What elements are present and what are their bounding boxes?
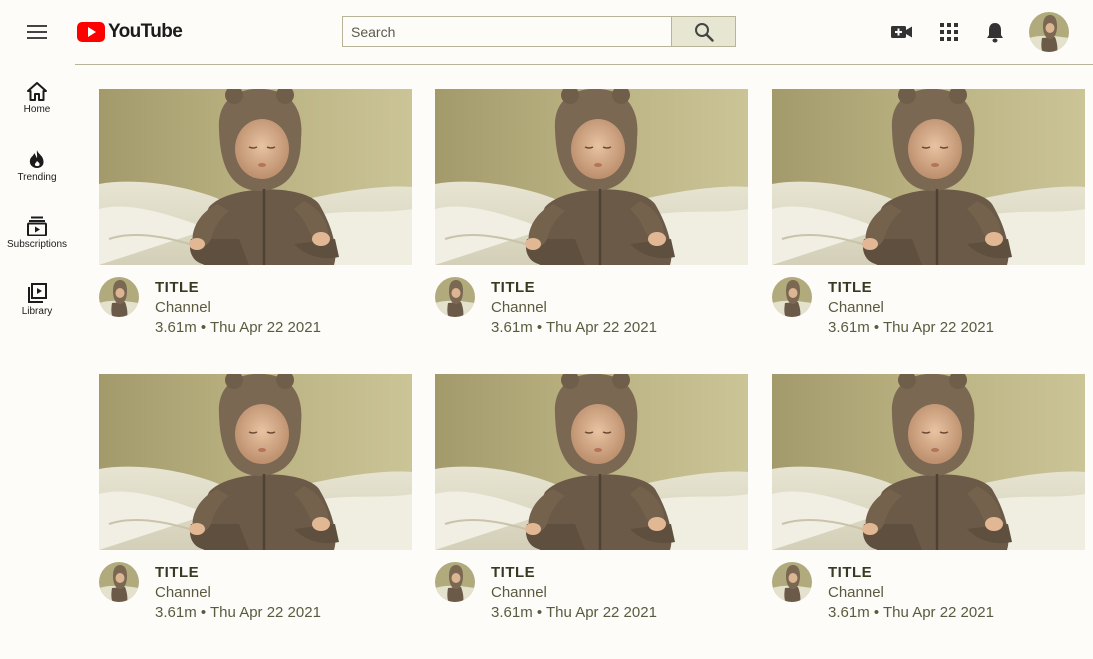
channel-name[interactable]: Channel xyxy=(155,584,211,601)
video-title[interactable]: TITLE xyxy=(828,564,872,581)
channel-avatar[interactable] xyxy=(99,277,139,317)
video-thumbnail[interactable] xyxy=(772,374,1085,550)
library-icon xyxy=(28,283,47,303)
search-icon xyxy=(694,22,714,42)
sidebar-item-subscriptions[interactable]: Subscriptions xyxy=(0,216,74,268)
video-meta: 3.61m • Thu Apr 22 2021 xyxy=(491,604,657,621)
channel-avatar[interactable] xyxy=(772,277,812,317)
user-avatar[interactable] xyxy=(1029,12,1069,52)
channel-avatar[interactable] xyxy=(772,562,812,602)
header-divider xyxy=(75,64,1093,65)
video-card: TITLE Channel 3.61m • Thu Apr 22 2021 xyxy=(435,374,748,624)
sidebar-item-library[interactable]: Library xyxy=(0,283,74,335)
create-video-icon xyxy=(891,26,912,38)
channel-name[interactable]: Channel xyxy=(491,299,547,316)
channel-name[interactable]: Channel xyxy=(828,299,884,316)
video-card: TITLE Channel 3.61m • Thu Apr 22 2021 xyxy=(435,89,748,339)
video-meta: 3.61m • Thu Apr 22 2021 xyxy=(828,319,994,336)
home-icon xyxy=(27,82,47,101)
video-thumbnail[interactable] xyxy=(99,374,412,550)
video-title[interactable]: TITLE xyxy=(155,279,199,296)
sidebar-item-label: Home xyxy=(23,104,51,115)
search-input[interactable] xyxy=(342,16,672,47)
sidebar-item-label: Library xyxy=(21,306,53,317)
subscriptions-icon xyxy=(27,216,47,236)
youtube-logo-icon xyxy=(77,22,105,42)
hamburger-menu-button[interactable] xyxy=(22,18,52,46)
sidebar-item-trending[interactable]: Trending xyxy=(0,149,74,201)
channel-name[interactable]: Channel xyxy=(155,299,211,316)
video-thumbnail[interactable] xyxy=(99,89,412,265)
create-video-button[interactable] xyxy=(890,20,914,44)
channel-avatar[interactable] xyxy=(99,562,139,602)
video-meta: 3.61m • Thu Apr 22 2021 xyxy=(155,319,321,336)
search-button[interactable] xyxy=(671,16,736,47)
youtube-logo[interactable]: YouTube xyxy=(77,20,183,44)
video-meta: 3.61m • Thu Apr 22 2021 xyxy=(155,604,321,621)
top-header: YouTube xyxy=(0,0,1093,64)
video-title[interactable]: TITLE xyxy=(828,279,872,296)
channel-avatar[interactable] xyxy=(435,277,475,317)
video-thumbnail[interactable] xyxy=(435,374,748,550)
video-card: TITLE Channel 3.61m • Thu Apr 22 2021 xyxy=(99,89,412,339)
apps-grid-icon xyxy=(940,23,958,41)
video-thumbnail[interactable] xyxy=(435,89,748,265)
video-meta: 3.61m • Thu Apr 22 2021 xyxy=(828,604,994,621)
sidebar-item-home[interactable]: Home xyxy=(0,82,74,134)
channel-avatar[interactable] xyxy=(435,562,475,602)
channel-name[interactable]: Channel xyxy=(828,584,884,601)
video-card: TITLE Channel 3.61m • Thu Apr 22 2021 xyxy=(772,89,1085,339)
menu-icon xyxy=(27,25,47,39)
sidebar-item-label: Trending xyxy=(17,172,57,183)
video-card: TITLE Channel 3.61m • Thu Apr 22 2021 xyxy=(772,374,1085,624)
apps-button[interactable] xyxy=(937,20,961,44)
video-thumbnail[interactable] xyxy=(772,89,1085,265)
channel-name[interactable]: Channel xyxy=(491,584,547,601)
fire-icon xyxy=(29,150,44,168)
logo-text: YouTube xyxy=(108,21,183,42)
notifications-button[interactable] xyxy=(983,20,1007,44)
video-card: TITLE Channel 3.61m • Thu Apr 22 2021 xyxy=(99,374,412,624)
video-meta: 3.61m • Thu Apr 22 2021 xyxy=(491,319,657,336)
bell-icon xyxy=(987,22,1003,42)
sidebar-item-label: Subscriptions xyxy=(6,239,68,250)
video-title[interactable]: TITLE xyxy=(155,564,199,581)
video-title[interactable]: TITLE xyxy=(491,279,535,296)
video-title[interactable]: TITLE xyxy=(491,564,535,581)
